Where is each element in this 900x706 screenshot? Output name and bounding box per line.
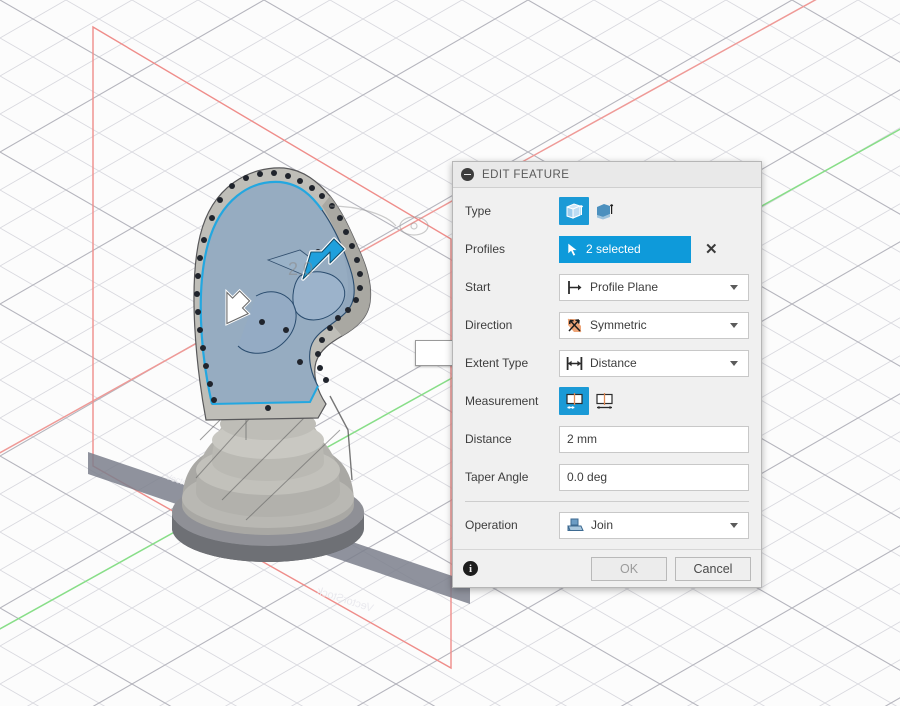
symmetric-icon bbox=[565, 316, 584, 335]
fusion-cad-window: VectorStock VectorStock bbox=[0, 0, 900, 706]
label-direction: Direction bbox=[465, 318, 559, 332]
cursor-arrow-icon bbox=[567, 242, 580, 257]
row-taper-angle: Taper Angle 0.0 deg bbox=[465, 463, 749, 491]
join-icon bbox=[565, 515, 585, 535]
on-model-dimension-ghost: 2.0 bbox=[288, 259, 313, 279]
row-start: Start Profile Plane bbox=[465, 273, 749, 301]
label-extent-type: Extent Type bbox=[465, 356, 559, 370]
dialog-title: EDIT FEATURE bbox=[482, 169, 569, 181]
taper-angle-value: 0.0 deg bbox=[567, 470, 607, 484]
chevron-down-icon[interactable] bbox=[730, 361, 738, 366]
start-value: Profile Plane bbox=[590, 280, 730, 294]
chevron-down-icon[interactable] bbox=[730, 523, 738, 528]
row-extent-type: Extent Type Distance bbox=[465, 349, 749, 377]
clear-x-icon[interactable]: ✕ bbox=[705, 242, 718, 257]
distance-value: 2 mm bbox=[567, 432, 597, 446]
row-operation: Operation Join bbox=[465, 511, 749, 539]
ok-button[interactable]: OK bbox=[591, 557, 667, 581]
row-distance: Distance 2 mm bbox=[465, 425, 749, 453]
profiles-selection-value: 2 selected bbox=[586, 242, 641, 256]
solid-extrude-icon[interactable] bbox=[559, 197, 589, 225]
3d-model-viewport[interactable]: VectorStock VectorStock bbox=[0, 0, 900, 706]
dialog-footer: i OK Cancel bbox=[453, 549, 761, 587]
label-measurement: Measurement bbox=[465, 394, 559, 408]
dialog-header[interactable]: EDIT FEATURE bbox=[453, 162, 761, 188]
row-type: Type bbox=[465, 197, 749, 225]
distance-icon bbox=[565, 354, 584, 373]
label-profiles: Profiles bbox=[465, 242, 559, 256]
extent-type-dropdown[interactable]: Distance bbox=[559, 350, 749, 377]
distance-input[interactable]: 2 mm bbox=[559, 426, 749, 453]
profiles-selection-chip[interactable]: 2 selected bbox=[559, 236, 691, 263]
whole-length-icon[interactable] bbox=[589, 387, 619, 415]
type-toggle-group[interactable] bbox=[559, 197, 749, 225]
direction-value: Symmetric bbox=[590, 318, 730, 332]
chevron-down-icon[interactable] bbox=[730, 323, 738, 328]
row-measurement: Measurement bbox=[465, 387, 749, 415]
thin-extrude-icon[interactable] bbox=[589, 197, 619, 225]
label-operation: Operation bbox=[465, 518, 559, 532]
label-taper-angle: Taper Angle bbox=[465, 470, 559, 484]
extent-type-value: Distance bbox=[590, 356, 730, 370]
svg-text:VectorStock: VectorStock bbox=[315, 585, 375, 615]
cancel-button[interactable]: Cancel bbox=[675, 557, 751, 581]
chevron-down-icon[interactable] bbox=[730, 285, 738, 290]
dialog-body: Type bbox=[453, 188, 761, 549]
dialog-divider bbox=[465, 501, 749, 502]
knight-base bbox=[172, 396, 364, 562]
edit-feature-dialog[interactable]: EDIT FEATURE Type bbox=[452, 161, 762, 588]
taper-angle-input[interactable]: 0.0 deg bbox=[559, 464, 749, 491]
operation-value: Join bbox=[591, 518, 730, 532]
half-length-icon[interactable] bbox=[559, 387, 589, 415]
collapse-icon[interactable] bbox=[461, 168, 474, 181]
direction-dropdown[interactable]: Symmetric bbox=[559, 312, 749, 339]
operation-dropdown[interactable]: Join bbox=[559, 512, 749, 539]
info-icon[interactable]: i bbox=[463, 561, 478, 576]
start-dropdown[interactable]: Profile Plane bbox=[559, 274, 749, 301]
profile-plane-icon bbox=[565, 278, 584, 297]
label-distance: Distance bbox=[465, 432, 559, 446]
label-start: Start bbox=[465, 280, 559, 294]
measurement-toggle-group[interactable] bbox=[559, 387, 749, 415]
row-profiles: Profiles 2 selected ✕ bbox=[465, 235, 749, 263]
row-direction: Direction Symmetric bbox=[465, 311, 749, 339]
label-type: Type bbox=[465, 204, 559, 218]
